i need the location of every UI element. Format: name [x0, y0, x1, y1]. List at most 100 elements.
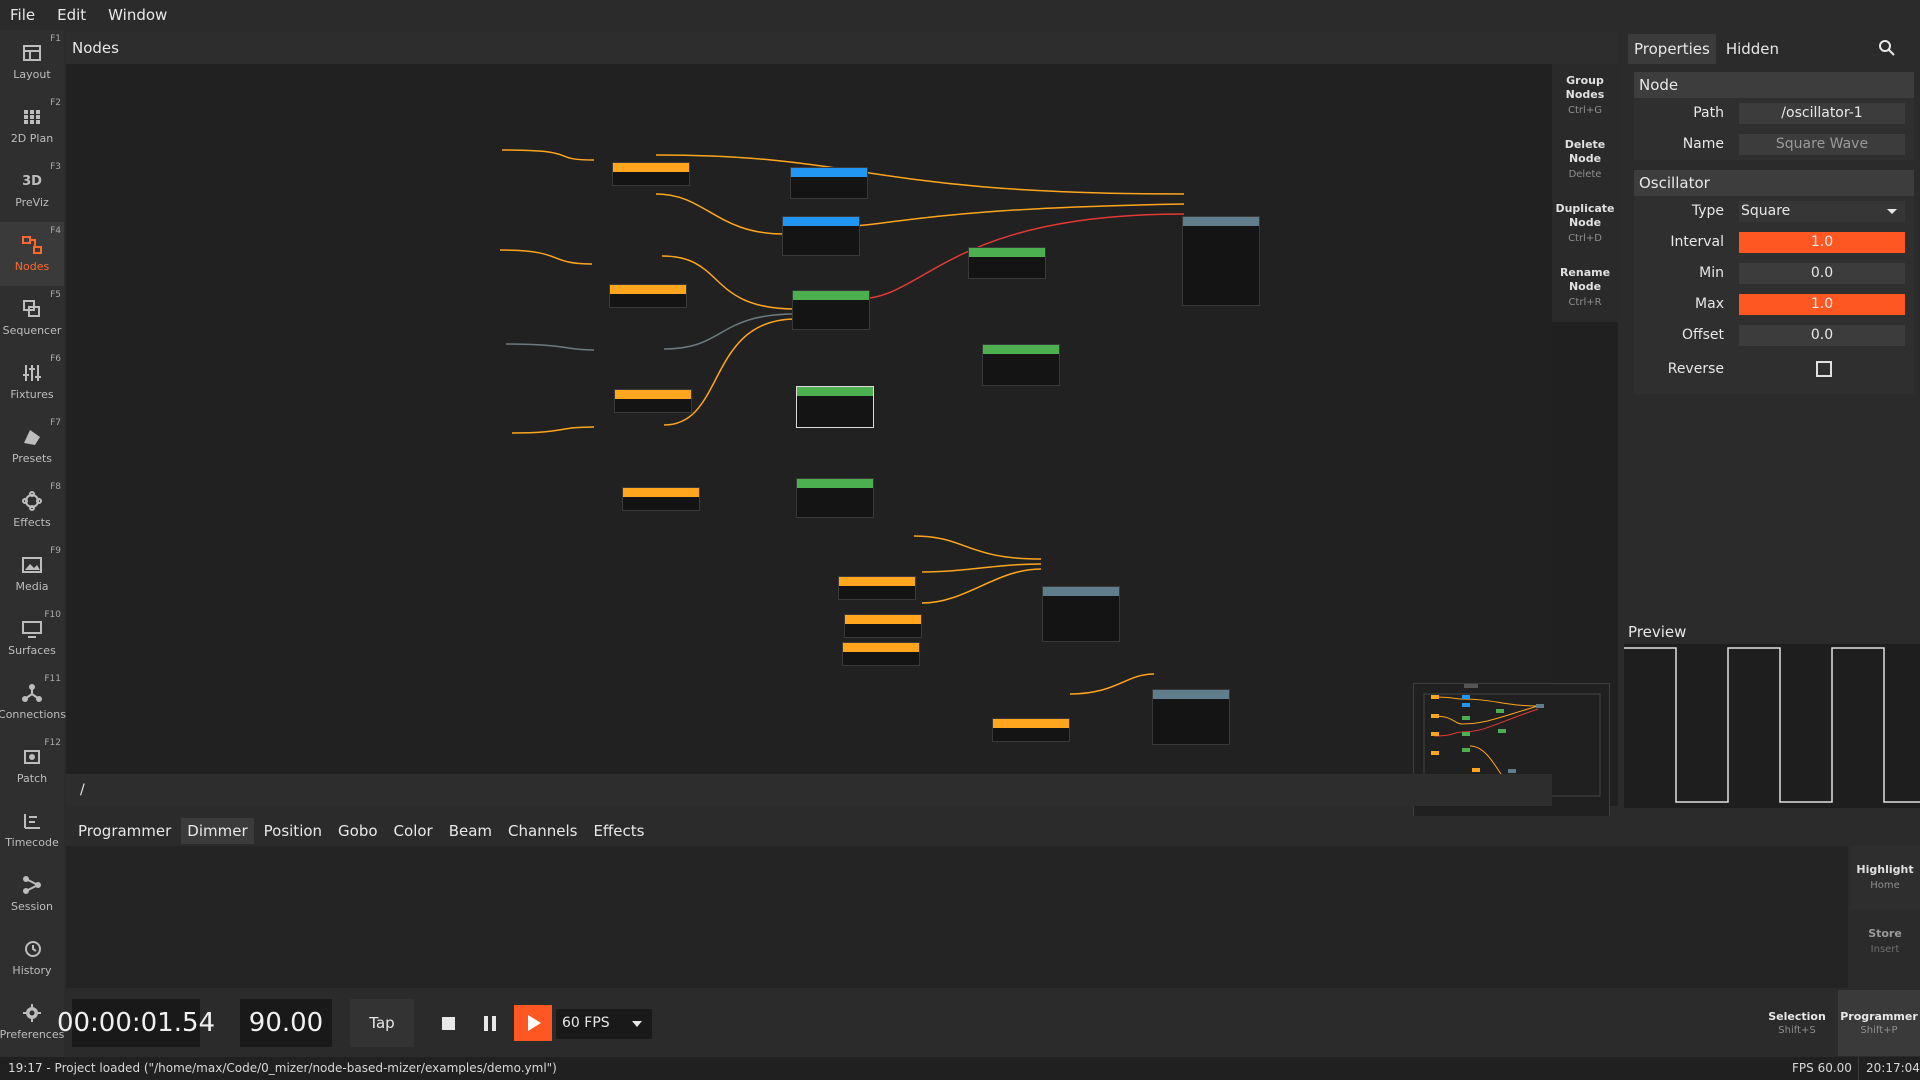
node-square-wave-selected[interactable] [796, 386, 874, 428]
node-midi-input-6[interactable] [844, 614, 922, 638]
node-actions: Group Nodes Ctrl+G Delete Node Delete Du… [1552, 64, 1618, 322]
sidebar-item-label: Surfaces [8, 644, 56, 657]
programmer-mode-button[interactable]: Programmer Shift+P [1838, 990, 1920, 1056]
sidebar-item-history[interactable]: History [0, 926, 64, 990]
sidebar-item-previz[interactable]: F3 3D PreViz [0, 158, 64, 222]
tab-channels[interactable]: Channels [502, 818, 583, 844]
node-midi-input-8[interactable] [992, 718, 1070, 742]
programmer-actions: Highlight Home Store Insert [1850, 846, 1920, 988]
node-midi-input-2[interactable] [609, 284, 687, 308]
sidebar-item-label: 2D Plan [10, 132, 54, 145]
type-label: Type [1691, 203, 1724, 219]
fps-select[interactable]: 60 FPS [556, 1009, 652, 1039]
sidebar-item-label: Nodes [14, 260, 50, 273]
minimap[interactable] [1413, 683, 1610, 829]
sliders-icon [21, 363, 43, 383]
offset-field[interactable]: 0.0 [1739, 325, 1905, 346]
interval-label: Interval [1670, 234, 1724, 250]
node-transport[interactable] [1042, 586, 1120, 642]
tab-effects[interactable]: Effects [587, 818, 650, 844]
duplicate-node-button[interactable]: Duplicate Node Ctrl+D [1552, 192, 1618, 256]
node-midi-input-7[interactable] [842, 642, 920, 666]
nodes-icon [21, 235, 43, 255]
status-clock: 20:17:04 [1866, 1061, 1920, 1075]
group-nodes-button[interactable]: Group Nodes Ctrl+G [1552, 64, 1618, 128]
offset-label: Offset [1681, 327, 1724, 343]
node-fader[interactable] [790, 167, 868, 199]
interval-field[interactable]: 1.0 [1739, 232, 1905, 253]
delete-node-button[interactable]: Delete Node Delete [1552, 128, 1618, 192]
tab-gobo[interactable]: Gobo [332, 818, 384, 844]
tab-color[interactable]: Color [388, 818, 439, 844]
sidebar-item-label: Fixtures [10, 388, 54, 401]
node-sine-wave[interactable] [792, 290, 870, 330]
pause-button[interactable] [476, 1009, 504, 1037]
gear-icon [21, 1003, 43, 1023]
sidebar-item-label: PreViz [15, 196, 49, 209]
node-triangle-wave[interactable] [796, 478, 874, 518]
sidebar-item-surfaces[interactable]: F10 Surfaces [0, 606, 64, 670]
sidebar-item-timecode[interactable]: Timecode [0, 798, 64, 862]
chevron-down-icon [1887, 209, 1897, 214]
menu-edit[interactable]: Edit [57, 6, 86, 24]
tab-programmer[interactable]: Programmer [72, 818, 177, 844]
sidebar-item-effects[interactable]: F8 Effects [0, 478, 64, 542]
node-midi-input-5[interactable] [838, 576, 916, 600]
menu-window[interactable]: Window [108, 6, 167, 24]
node-threshold[interactable] [968, 247, 1046, 279]
sidebar-item-sequencer[interactable]: F5 Sequencer [0, 286, 64, 350]
sidebar-item-presets[interactable]: F7 Presets [0, 414, 64, 478]
node-sequencer-output[interactable] [1152, 689, 1230, 745]
rename-node-button[interactable]: Rename Node Ctrl+R [1552, 256, 1618, 320]
type-select[interactable]: Square [1739, 201, 1905, 222]
tap-button[interactable]: Tap [350, 999, 414, 1047]
3d-icon: 3D [22, 173, 42, 189]
nodes-title: Nodes [66, 32, 1618, 64]
max-field[interactable]: 1.0 [1739, 294, 1905, 315]
path-row: Path /oscillator-1 [1634, 98, 1914, 129]
node-midi-input-4[interactable] [622, 487, 700, 511]
sidebar-item-connections[interactable]: F11 Connections [0, 670, 66, 734]
layout-icon [21, 43, 43, 63]
store-button[interactable]: Store Insert [1850, 910, 1920, 974]
max-label: Max [1695, 296, 1724, 312]
path-field[interactable]: /oscillator-1 [1739, 103, 1905, 124]
node-path-bar[interactable]: / [66, 774, 1552, 806]
tab-position[interactable]: Position [258, 818, 328, 844]
sidebar-item-nodes[interactable]: F4 Nodes [0, 222, 64, 286]
sidebar-item-session[interactable]: Session [0, 862, 64, 926]
reverse-checkbox[interactable] [1816, 361, 1832, 377]
tab-dimmer[interactable]: Dimmer [181, 818, 254, 844]
type-row: Type Square [1634, 196, 1914, 227]
node-midi-input-3[interactable] [614, 389, 692, 413]
grid-icon [21, 107, 43, 127]
node-button[interactable] [782, 216, 860, 256]
node-canvas[interactable] [66, 64, 1610, 829]
selection-mode-button[interactable]: Selection Shift+S [1756, 990, 1838, 1056]
node-oscillator-input-1[interactable] [612, 162, 690, 186]
sidebar-item-fixtures[interactable]: F6 Fixtures [0, 350, 64, 414]
sidebar-item-label: Presets [11, 452, 53, 465]
search-icon[interactable] [1878, 39, 1896, 61]
menu-bar: File Edit Window [0, 0, 1920, 30]
sidebar-item-preferences[interactable]: Preferences [0, 990, 64, 1054]
node-programmer[interactable] [1182, 216, 1260, 306]
sidebar-item-patch[interactable]: F12 Patch [0, 734, 64, 798]
tab-properties[interactable]: Properties [1628, 34, 1716, 64]
sidebar-item-2d-plan[interactable]: F2 2D Plan [0, 94, 64, 158]
stop-button[interactable] [434, 1009, 462, 1037]
sidebar-item-label: Preferences [0, 1028, 65, 1041]
min-field[interactable]: 0.0 [1739, 263, 1905, 284]
highlight-button[interactable]: Highlight Home [1850, 846, 1920, 910]
sidebar-item-layout[interactable]: F1 Layout [0, 30, 64, 94]
tab-hidden[interactable]: Hidden [1720, 34, 1785, 64]
menu-file[interactable]: File [10, 6, 35, 24]
sidebar-item-media[interactable]: F9 Media [0, 542, 64, 606]
node-rgb-color[interactable] [982, 344, 1060, 386]
node-section-title: Node [1634, 72, 1914, 98]
name-field[interactable]: Square Wave [1739, 134, 1905, 155]
play-button[interactable] [514, 1005, 552, 1041]
stop-icon [441, 1016, 455, 1030]
tab-beam[interactable]: Beam [443, 818, 498, 844]
bpm-display[interactable]: 90.00 [240, 999, 332, 1047]
